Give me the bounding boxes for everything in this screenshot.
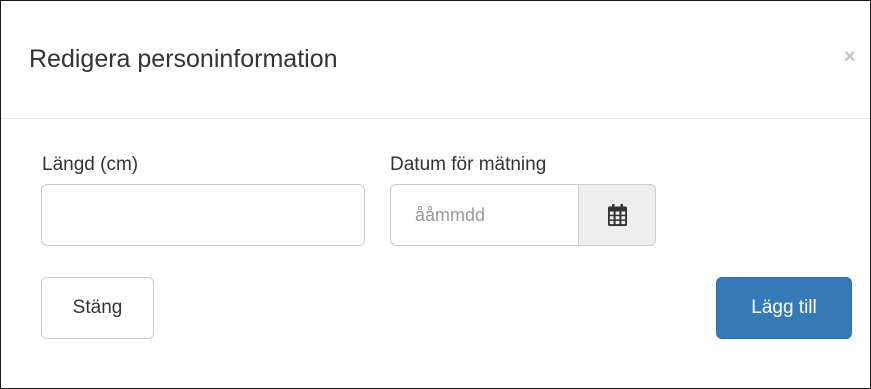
close-icon[interactable]: ×	[844, 45, 856, 69]
edit-person-dialog: Redigera personinformation × Längd (cm) …	[0, 0, 871, 389]
close-button[interactable]: Stäng	[41, 277, 154, 339]
calendar-icon	[608, 204, 627, 226]
date-input[interactable]	[390, 184, 579, 246]
height-input[interactable]	[41, 184, 365, 246]
dialog-header: Redigera personinformation ×	[1, 1, 870, 119]
add-button[interactable]: Lägg till	[716, 277, 852, 339]
dialog-title: Redigera personinformation	[29, 45, 338, 73]
date-label: Datum för mätning	[390, 154, 547, 175]
date-picker-button[interactable]	[578, 184, 656, 246]
height-label: Längd (cm)	[42, 154, 139, 175]
